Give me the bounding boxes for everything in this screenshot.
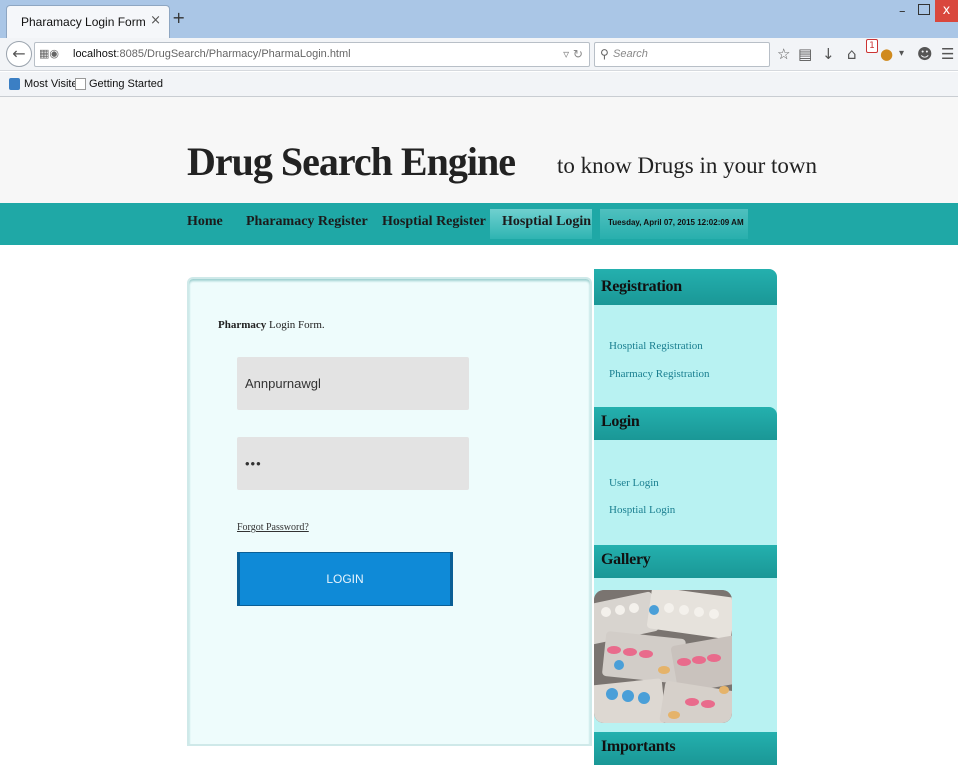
site-header: Drug Search Engine to know Drugs in your… (0, 97, 958, 203)
gallery-heading-text: Gallery (601, 551, 651, 568)
login-heading: Login (594, 407, 777, 440)
window-restore-icon[interactable] (918, 4, 930, 15)
gallery-heading: Gallery (594, 545, 777, 578)
home-icon[interactable]: ⌂ (847, 45, 857, 63)
sidebar: Registration Hosptial Registration Pharm… (594, 269, 777, 765)
sidebar-link-hospital-registration[interactable]: Hosptial Registration (609, 340, 703, 352)
gallery-image (594, 590, 732, 723)
reading-list-icon[interactable]: ▤ (798, 45, 812, 63)
menu-hospital-register[interactable]: Hosptial Register (382, 214, 486, 230)
bookmarks-bar: Most Visited Getting Started (0, 72, 958, 97)
download-icon[interactable]: ↓ (822, 45, 835, 63)
back-arrow-icon[interactable]: ← (6, 41, 32, 67)
browser-tab-bar: Pharamacy Login Form × + – x (0, 0, 958, 38)
search-placeholder: Search (613, 48, 648, 60)
chevron-down-icon[interactable]: ▾ (899, 48, 904, 59)
window-minimize-icon[interactable]: – (899, 4, 906, 19)
browser-tab[interactable]: Pharamacy Login Form × (6, 5, 170, 38)
username-input[interactable] (237, 357, 469, 410)
importants-heading-text: Importants (601, 738, 676, 755)
registration-heading: Registration (594, 269, 777, 305)
site-title: Drug Search Engine (187, 139, 516, 184)
login-form-panel: Pharmacy Login Form. Forgot Password? LO… (187, 277, 592, 746)
main-menu: Home Pharamacy Register Hosptial Registe… (0, 203, 958, 245)
window-close-icon[interactable]: x (935, 0, 958, 22)
menu-icon[interactable]: ☰ (941, 45, 954, 63)
notification-badge[interactable]: 1 (866, 39, 878, 53)
menu-pharmacy-register[interactable]: Pharamacy Register (246, 214, 368, 230)
url-path: :8085/DrugSearch/Pharmacy/PharmaLogin.ht… (116, 48, 351, 60)
login-button[interactable]: LOGIN (237, 552, 453, 606)
sidebar-link-user-login[interactable]: User Login (609, 477, 659, 489)
login-heading-text: Login (601, 413, 640, 430)
browser-nav-bar: ← ▦◉ localhost:8085/DrugSearch/Pharmacy/… (0, 38, 958, 71)
registration-heading-text: Registration (601, 278, 682, 295)
url-text: localhost:8085/DrugSearch/Pharmacy/Pharm… (73, 48, 351, 60)
password-input[interactable] (237, 437, 469, 490)
site-info-icon[interactable]: ▦◉ (39, 47, 59, 60)
form-title: Pharmacy Login Form. (218, 319, 325, 331)
importants-heading: Importants (594, 732, 777, 765)
sidebar-link-hospital-login[interactable]: Hosptial Login (609, 504, 675, 516)
tab-title: Pharamacy Login Form (21, 15, 146, 29)
tab-close-icon[interactable]: × (150, 13, 161, 28)
addon-icon[interactable]: ● (880, 45, 893, 63)
new-tab-icon[interactable]: + (172, 8, 185, 27)
smiley-icon[interactable]: ☻ (917, 45, 933, 63)
current-datetime: Tuesday, April 07, 2015 12:02:09 AM (608, 218, 744, 227)
url-host: localhost (73, 48, 117, 60)
url-bar[interactable]: ▦◉ localhost:8085/DrugSearch/Pharmacy/Ph… (34, 42, 590, 67)
sidebar-link-pharmacy-registration[interactable]: Pharmacy Registration (609, 368, 710, 380)
bookmark-folder-icon (9, 78, 20, 90)
web-page: Drug Search Engine to know Drugs in your… (0, 97, 958, 765)
pills-image (594, 590, 732, 723)
site-tagline: to know Drugs in your town (557, 153, 818, 178)
page-icon (75, 78, 86, 90)
menu-hospital-login[interactable]: Hosptial Login (502, 214, 591, 230)
forgot-password-link[interactable]: Forgot Password? (237, 522, 309, 533)
form-title-bold: Pharmacy (218, 319, 267, 331)
reload-icon[interactable]: ▿ ↻ (563, 47, 583, 61)
search-icon: ⚲ (600, 47, 609, 61)
menu-home[interactable]: Home (187, 214, 223, 230)
form-title-rest: Login Form. (266, 319, 325, 331)
bookmark-getting-started[interactable]: Getting Started (89, 78, 163, 90)
star-icon[interactable]: ☆ (777, 45, 790, 63)
main-content: Pharmacy Login Form. Forgot Password? LO… (187, 269, 777, 765)
search-input[interactable]: ⚲ Search (594, 42, 770, 67)
